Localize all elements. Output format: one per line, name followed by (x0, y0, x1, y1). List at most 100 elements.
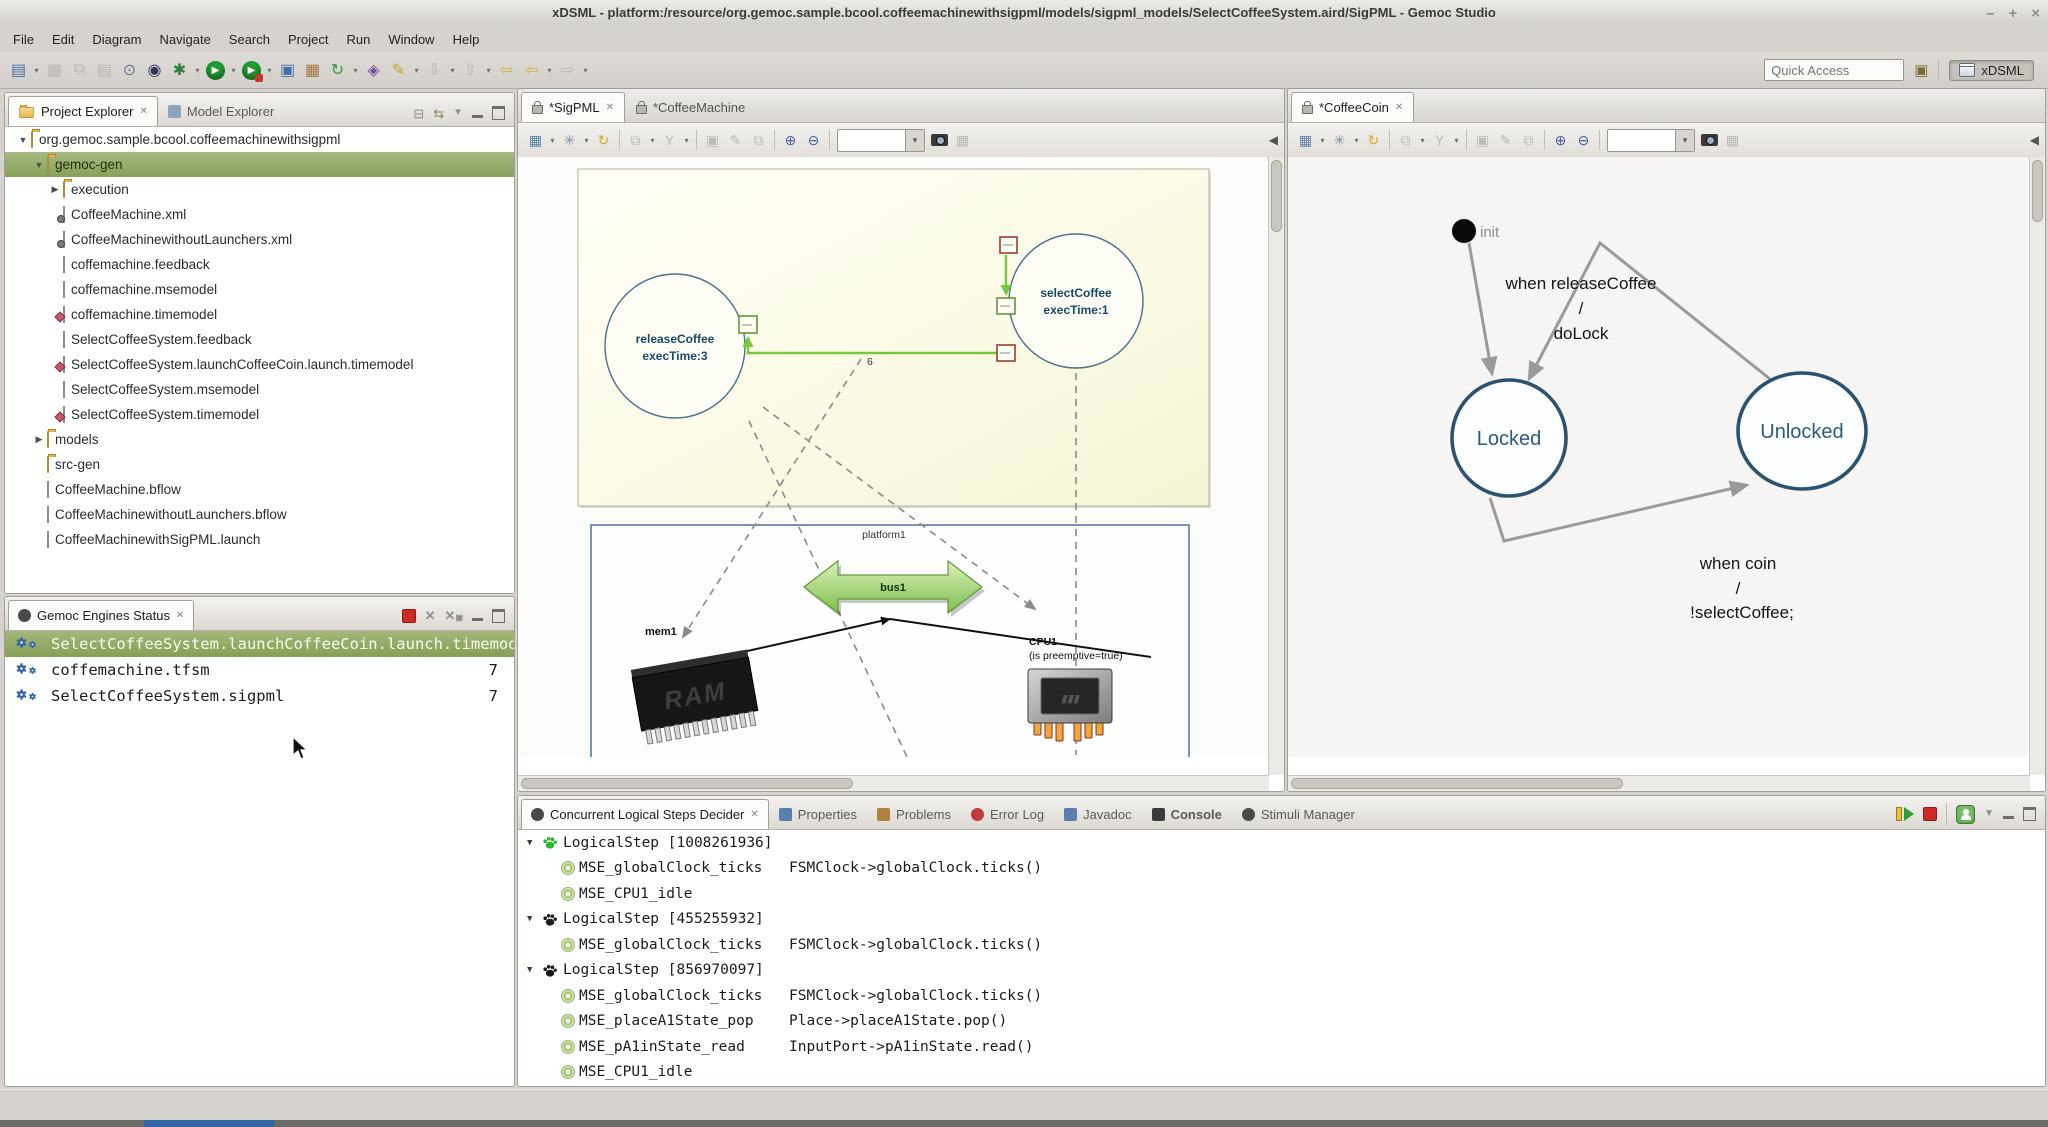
tree-item-coffemachine-msemodel[interactable]: coffemachine.msemodel (5, 277, 514, 302)
tab-concurrent-logical-steps-decider[interactable]: Concurrent Logical Steps Decider✕ (521, 799, 769, 829)
zoom-in-button[interactable]: ⊕ (1549, 129, 1572, 152)
copy-appearance-button[interactable]: ⧉ (1394, 129, 1417, 152)
expand-arrow-icon[interactable]: ▶ (47, 184, 63, 195)
filters-button[interactable]: ✳ (1328, 129, 1351, 152)
filters-dropdown-icon[interactable]: ▾ (581, 136, 592, 145)
filters-button[interactable]: ✳ (558, 129, 581, 152)
refresh-diagram-button[interactable]: ↻ (1362, 129, 1385, 152)
forward-history-dropdown-icon[interactable]: ▾ (580, 66, 591, 75)
layers-button[interactable]: ▦ (524, 129, 547, 152)
minimize-button[interactable]: – (1986, 6, 1994, 21)
menu-edit[interactable]: Edit (43, 29, 83, 50)
logical-step-row[interactable]: ▼LogicalStep [856970097] (518, 958, 2045, 984)
decider-menu-icon[interactable]: ▼ (1984, 809, 1994, 819)
link-with-editor-icon[interactable]: ⇆ (433, 107, 444, 120)
maximize-view-icon[interactable] (492, 106, 505, 120)
tree-item-selectcoffeesystem-launchcoffeecoin-launch-timemodel[interactable]: SelectCoffeeSystem.launchCoffeeCoin.laun… (5, 352, 514, 377)
engine-row-coffemachine-tfsm[interactable]: coffemachine.tfsm7 (5, 657, 514, 683)
new-wizard-button[interactable]: ▤ (6, 58, 31, 83)
save-button[interactable]: ▦ (42, 58, 67, 83)
zoom-out-button[interactable]: ⊖ (1572, 129, 1595, 152)
tree-item-gemoc-gen[interactable]: ▼gemoc-gen (5, 152, 514, 177)
close-icon[interactable]: ✕ (1395, 102, 1403, 113)
logical-step-row[interactable]: ▼LogicalStep [1008261936] (518, 830, 2045, 856)
tree-item-models[interactable]: ▶models (5, 427, 514, 452)
agent-selectCoffee[interactable] (1009, 234, 1143, 368)
new-plugin-button[interactable]: ▦ (300, 58, 325, 83)
highlight-occurrences-dropdown-icon[interactable]: ▾ (411, 66, 422, 75)
edit-mode-button[interactable]: ✎ (724, 129, 747, 152)
layers-dropdown-icon[interactable]: ▾ (1317, 136, 1328, 145)
mse-row[interactable]: MSE_globalClock_ticksFSMClock->globalClo… (518, 983, 2045, 1009)
menu-project[interactable]: Project (279, 29, 337, 50)
debug-dropdown-icon[interactable]: ▾ (192, 66, 203, 75)
minimize-view-icon[interactable] (2003, 816, 2014, 819)
copy-appearance-dropdown-icon[interactable]: ▾ (1417, 136, 1428, 145)
highlight-occurrences-button[interactable]: ✎ (386, 58, 411, 83)
open-web-browser-button[interactable]: ◉ (142, 58, 167, 83)
filters-dropdown-icon[interactable]: ▾ (1351, 136, 1362, 145)
copy-appearance-dropdown-icon[interactable]: ▾ (647, 136, 658, 145)
copy-appearance-button[interactable]: ⧉ (624, 129, 647, 152)
expand-arrow-icon[interactable]: ▼ (527, 838, 542, 848)
decider-shield-icon[interactable] (1956, 805, 1975, 824)
horizontal-scrollbar[interactable] (518, 775, 1269, 791)
open-perspective-icon[interactable]: ▣ (1914, 61, 1928, 79)
export-as-image-button[interactable] (928, 129, 951, 152)
paste-layout-button[interactable]: ⧉ (747, 129, 770, 152)
close-icon[interactable]: ✕ (139, 106, 147, 117)
tab-javadoc[interactable]: Javadoc (1054, 799, 1141, 829)
minimize-view-icon[interactable] (472, 618, 483, 621)
maximize-view-icon[interactable] (2023, 807, 2036, 821)
close-icon[interactable]: ✕ (606, 102, 614, 113)
tab-gemoc-engines-status[interactable]: Gemoc Engines Status ✕ (8, 600, 194, 630)
tree-item-coffemachine-timemodel[interactable]: coffemachine.timemodel (5, 302, 514, 327)
palette-collapse-icon[interactable]: ◀ (2030, 133, 2041, 147)
tab-project-explorer[interactable]: Project Explorer ✕ (8, 96, 158, 126)
search-button[interactable]: ⊙ (117, 58, 142, 83)
mse-row[interactable]: MSE_globalClock_ticksFSMClock->globalClo… (518, 856, 2045, 882)
close-icon[interactable]: ✕ (750, 809, 758, 820)
menu-file[interactable]: File (4, 29, 43, 50)
tab-stimuli-manager[interactable]: Stimuli Manager (1232, 799, 1365, 829)
tab-properties[interactable]: Properties (769, 799, 867, 829)
sigpml-canvas[interactable]: platform1 releaseCoffee execTime:3 selec… (518, 157, 1267, 757)
engine-row-selectcoffeesystem-launchcoffeecoin-launch-timemodel[interactable]: SelectCoffeeSystem.launchCoffeeCoin.laun… (5, 631, 514, 657)
menu-help[interactable]: Help (444, 29, 489, 50)
save-all-button[interactable]: ⧉ (67, 58, 92, 83)
maximize-button[interactable]: + (2008, 6, 2017, 21)
tab-problems[interactable]: Problems (867, 799, 961, 829)
distribute-dropdown-icon[interactable]: ▾ (681, 136, 692, 145)
stop-icon[interactable] (1923, 807, 1937, 821)
dispose-engine-icon[interactable]: ✕ (425, 608, 436, 624)
refresh-model-dropdown-icon[interactable]: ▾ (350, 66, 361, 75)
run-coverage-dropdown-icon[interactable]: ▾ (264, 66, 275, 75)
expand-arrow-icon[interactable]: ▶ (31, 434, 47, 445)
distribute-button[interactable]: Y (1428, 129, 1451, 152)
dispose-all-engines-icon[interactable]: ✕▣ (445, 608, 463, 624)
menu-navigate[interactable]: Navigate (150, 29, 219, 50)
horizontal-scrollbar[interactable] (1288, 775, 2030, 791)
layers-button[interactable]: ▦ (1294, 129, 1317, 152)
run-dropdown-icon[interactable]: ▾ (228, 66, 239, 75)
refresh-diagram-button[interactable]: ↻ (592, 129, 615, 152)
tree-item-src-gen[interactable]: src-gen (5, 452, 514, 477)
forward-history-button[interactable]: ⇨ (555, 58, 580, 83)
last-edit-location-button[interactable]: ⇦ (494, 58, 519, 83)
close-button[interactable]: × (2031, 6, 2040, 21)
tab-console[interactable]: Console (1142, 799, 1232, 829)
menu-search[interactable]: Search (220, 29, 279, 50)
zoom-out-button[interactable]: ⊖ (802, 129, 825, 152)
mse-row[interactable]: MSE_CPU1_idle (518, 1060, 2045, 1086)
pin-elements-button[interactable]: ▣ (701, 129, 724, 152)
view-menu-icon[interactable]: ▼ (453, 108, 463, 118)
run-coverage-button[interactable]: ▶ (242, 61, 261, 80)
transition-unlocked-to-locked[interactable] (1529, 243, 1770, 379)
back-history-dropdown-icon[interactable]: ▾ (544, 66, 555, 75)
initial-state-dot[interactable] (1452, 219, 1476, 243)
grid-button[interactable]: ▦ (951, 129, 974, 152)
tree-item-execution[interactable]: ▶execution (5, 177, 514, 202)
expand-arrow-icon[interactable]: ▼ (31, 160, 47, 170)
agent-releaseCoffee[interactable] (605, 274, 745, 418)
quick-access-input[interactable] (1764, 59, 1904, 81)
